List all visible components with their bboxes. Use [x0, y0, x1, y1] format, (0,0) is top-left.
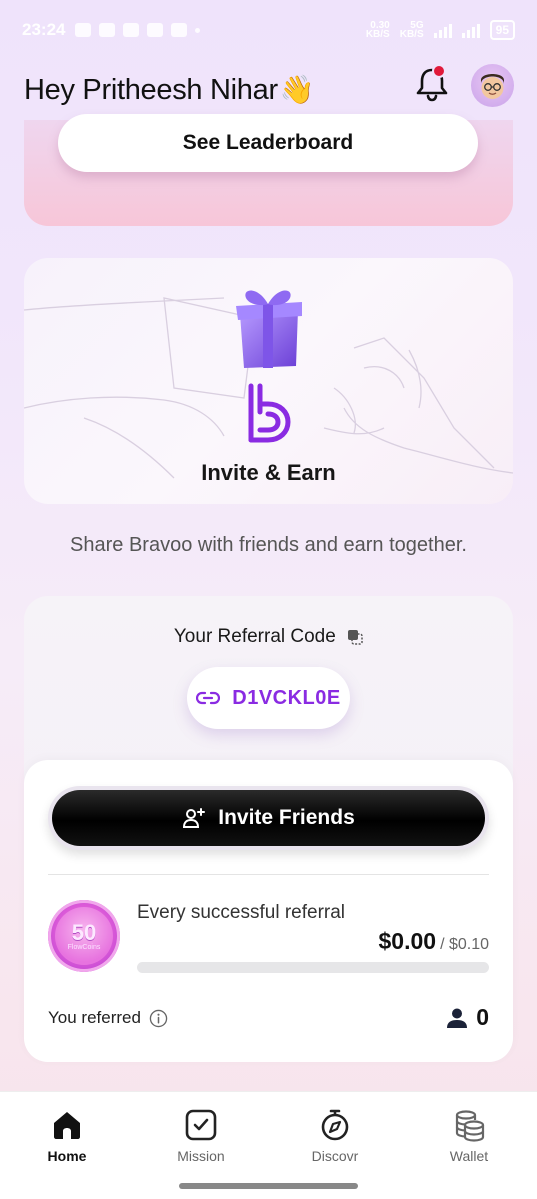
invite-earn-title: Invite & Earn	[201, 460, 336, 485]
net-speed-bottom: KB/S	[399, 29, 424, 40]
invite-friends-button[interactable]: Invite Friends	[52, 790, 485, 846]
nav-wallet[interactable]: Wallet	[419, 1108, 519, 1164]
share-description: Share Bravoo with friends and earn toget…	[70, 534, 467, 556]
home-icon	[54, 1112, 80, 1139]
referral-code-heading: Your Referral Code	[24, 626, 513, 648]
nav-discover-label: Discovr	[311, 1148, 359, 1164]
status-bar: 23:24 0.30 KB/S 5G KB/S 95	[0, 0, 537, 60]
net-speed-unit: KB/S	[365, 29, 390, 40]
referred-count-value: 0	[476, 1004, 489, 1030]
earned-amount: $0.00	[378, 928, 437, 954]
notification-dot	[432, 64, 446, 78]
greeting-name: Hey Pritheesh Nihar	[24, 74, 278, 106]
discord-icon-2	[123, 23, 140, 37]
signal-icon	[433, 22, 452, 38]
nav-mission-label: Mission	[177, 1148, 225, 1164]
nav-home-label: Home	[47, 1148, 87, 1164]
invite-friends-label: Invite Friends	[218, 806, 355, 829]
flowcoin-value: 50	[71, 919, 97, 945]
person-icon	[447, 1008, 468, 1028]
nav-mission[interactable]: Mission	[151, 1108, 251, 1164]
more-dot-icon	[195, 27, 201, 33]
discover-icon	[321, 1109, 349, 1141]
you-referred-label: You referred	[48, 1008, 141, 1027]
earn-target: / $0.10	[440, 936, 489, 953]
avatar-face-icon	[481, 74, 504, 99]
leaderboard-card: See Leaderboard	[24, 114, 513, 226]
flowcoin-inner: 50 FlowCoins	[55, 907, 113, 965]
discord-icon	[99, 23, 116, 37]
signal-icon-2	[461, 22, 480, 38]
referral-code-pill[interactable]: D1VCKL0E	[187, 667, 350, 729]
notification-icons	[75, 23, 201, 37]
referral-card: Your Referral Code D1VCKL0E Invite Frien…	[24, 596, 513, 1062]
flowcoin-label: FlowCoins	[67, 943, 101, 951]
referral-progress-bar	[137, 962, 489, 973]
home-indicator[interactable]	[179, 1183, 358, 1189]
gift-box-icon	[236, 290, 302, 368]
see-leaderboard-button[interactable]: See Leaderboard	[58, 114, 478, 172]
mission-icon	[185, 1109, 217, 1141]
wallet-icon	[455, 1110, 485, 1142]
link-icon	[196, 691, 221, 705]
divider	[48, 874, 489, 875]
referral-code-value: D1VCKL0E	[232, 686, 341, 709]
info-icon[interactable]	[149, 1009, 168, 1028]
referral-reward-description: Every successful referral	[137, 902, 346, 923]
discord-icon-4	[171, 23, 188, 37]
snapchat-icon	[75, 23, 92, 37]
net-speed-2: 5G KB/S	[399, 21, 424, 40]
copy-icon[interactable]	[347, 629, 363, 645]
referral-panel: Invite Friends 50 FlowCoins Every succes…	[24, 760, 513, 1062]
flowcoin-badge: 50 FlowCoins	[48, 900, 120, 972]
invite-friends-button-frame: Invite Friends	[48, 786, 489, 850]
avatar[interactable]	[471, 64, 514, 107]
app-header: Hey Pritheesh Nihar👋	[0, 60, 537, 120]
discord-icon-3	[147, 23, 164, 37]
battery-icon: 95	[489, 20, 515, 40]
nav-home[interactable]: Home	[17, 1108, 117, 1164]
wave-emoji: 👋	[279, 74, 315, 105]
status-right: 0.30 KB/S 5G KB/S 95	[366, 20, 515, 40]
greeting-text: Hey Pritheesh Nihar👋	[24, 73, 315, 107]
net-speed: 0.30 KB/S	[365, 21, 390, 40]
status-left: 23:24	[22, 20, 201, 40]
you-referred-row: You referred	[48, 1008, 168, 1028]
invite-earn-card: Invite & Earn	[24, 258, 513, 504]
nav-discover[interactable]: Discovr	[285, 1108, 385, 1164]
bravoo-logo-icon	[248, 383, 291, 443]
earnings-value: $0.00 / $0.10	[379, 928, 490, 955]
nav-wallet-label: Wallet	[449, 1148, 489, 1164]
referred-count: 0	[446, 1004, 489, 1031]
status-time: 23:24	[22, 20, 66, 39]
add-user-icon	[183, 808, 206, 828]
referral-code-title: Your Referral Code	[173, 626, 336, 647]
